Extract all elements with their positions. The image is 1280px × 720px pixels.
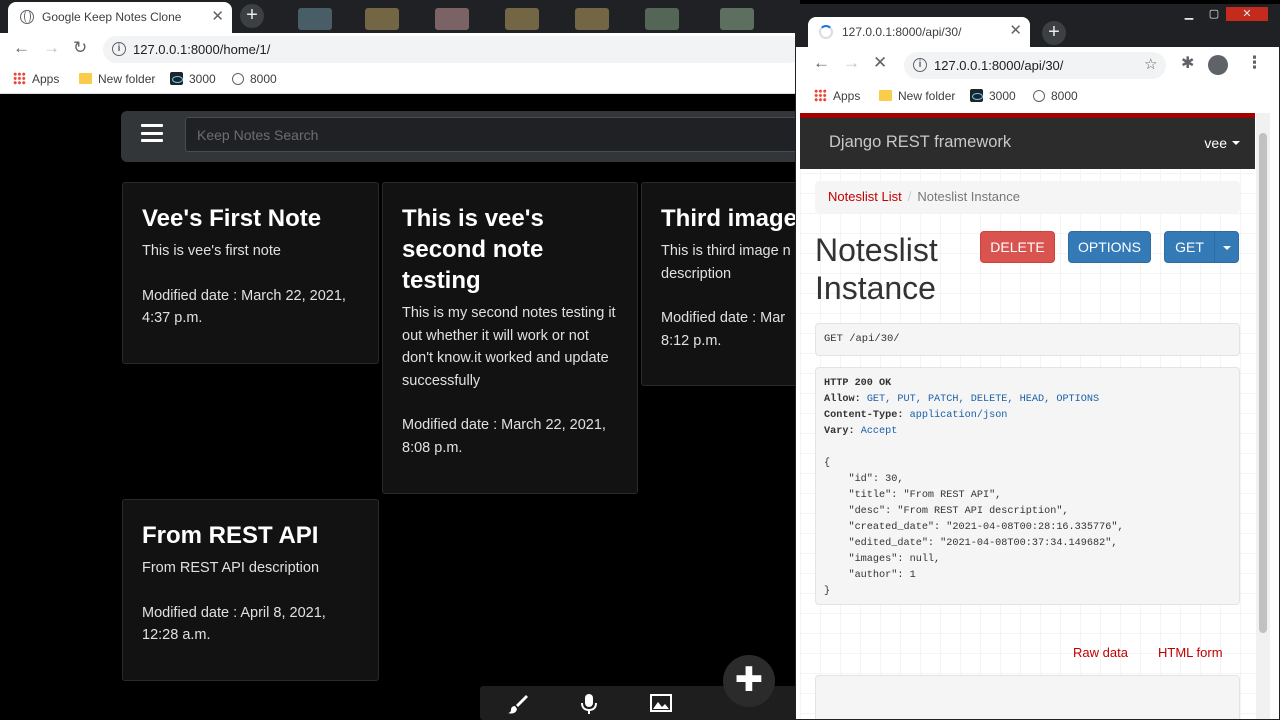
globe-icon	[20, 10, 34, 24]
back-icon[interactable]: ←	[13, 38, 30, 58]
forward-icon[interactable]: →	[843, 53, 860, 73]
new-tab-button[interactable]: +	[240, 4, 264, 28]
info-icon[interactable]: i	[112, 42, 126, 56]
bookmark-apps[interactable]: Apps	[13, 72, 59, 86]
react-icon	[970, 89, 983, 102]
keep-header	[121, 111, 825, 162]
note-card[interactable]: This is vee's second note testing This i…	[382, 182, 638, 494]
raw-data-tab[interactable]: Raw data	[1073, 645, 1128, 660]
request-line: GET /api/30/	[815, 323, 1240, 356]
drf-brand[interactable]: Django REST framework	[829, 133, 1011, 152]
maximize-icon[interactable]: ▢	[1201, 7, 1227, 21]
form-panel	[815, 675, 1240, 719]
url-text: 127.0.0.1:8000/home/1/	[133, 42, 271, 57]
note-modified: Modified date : March 22, 2021, 4:37 p.m…	[142, 287, 346, 327]
address-bar[interactable]: i 127.0.0.1:8000/api/30/	[904, 52, 1166, 79]
delete-button[interactable]: DELETE	[980, 231, 1055, 263]
bookmark-3000[interactable]: 3000	[970, 89, 1016, 103]
extensions-icon[interactable]: ✱	[1181, 53, 1194, 73]
note-title: Vee's First Note	[142, 205, 322, 232]
breadcrumb-link[interactable]: Noteslist List	[828, 189, 902, 204]
folder-icon	[879, 90, 892, 101]
loading-spinner-icon	[819, 25, 833, 39]
forward-icon[interactable]: →	[43, 38, 60, 58]
tab-title: 127.0.0.1:8000/api/30/	[842, 25, 962, 39]
tab-title: Google Keep Notes Clone	[42, 10, 182, 24]
profile-avatar-icon[interactable]	[1208, 55, 1228, 75]
bookmark-3000[interactable]: 3000	[170, 72, 216, 86]
brush-icon[interactable]	[507, 693, 529, 720]
breadcrumb-active: Noteslist Instance	[917, 189, 1020, 204]
background-thumbnails	[290, 8, 800, 30]
right-toolbar: ← → ✕ i 127.0.0.1:8000/api/30/ ☆ ✱ ⋮	[796, 47, 1279, 81]
info-icon[interactable]: i	[913, 58, 927, 72]
note-title: This is vee's second note testing	[402, 205, 544, 294]
left-tab-strip: Google Keep Notes Clone ✕ +	[0, 0, 800, 33]
folder-icon	[79, 73, 92, 84]
note-card[interactable]: Vee's First Note This is vee's first not…	[122, 182, 379, 364]
address-bar[interactable]: i 127.0.0.1:8000/home/1/	[103, 36, 803, 63]
left-browser-window: Google Keep Notes Clone ✕ + ← → ↻ i 127.…	[0, 0, 825, 720]
stop-loading-icon[interactable]: ✕	[873, 53, 887, 73]
back-icon[interactable]: ←	[813, 53, 830, 73]
new-tab-button[interactable]: +	[1042, 21, 1066, 45]
get-button[interactable]: GET	[1164, 231, 1215, 263]
globe-icon	[1033, 90, 1045, 102]
response-panel: HTTP 200 OK Allow: GET, PUT, PATCH, DELE…	[815, 367, 1240, 605]
tab-api[interactable]: 127.0.0.1:8000/api/30/ ✕	[808, 17, 1030, 47]
bookmark-apps[interactable]: Apps	[814, 89, 860, 103]
hamburger-menu-icon[interactable]	[141, 124, 163, 142]
apps-grid-icon	[814, 89, 827, 102]
note-desc: This is my second notes testing it out w…	[402, 305, 616, 389]
globe-icon	[232, 73, 244, 85]
tab-keep-clone[interactable]: Google Keep Notes Clone ✕	[8, 2, 232, 33]
drf-page: Django REST framework vee Noteslist List…	[800, 113, 1255, 719]
note-modified: Modified date : Mar 8:12 p.m.	[661, 310, 786, 349]
right-bookmarks-bar: Apps New folder 3000 8000	[796, 81, 1279, 111]
right-tab-strip: 127.0.0.1:8000/api/30/ ✕ + ▁ ▢ ✕	[796, 5, 1279, 47]
note-desc: From REST API description	[142, 560, 320, 576]
right-browser-window: 127.0.0.1:8000/api/30/ ✕ + ▁ ▢ ✕ ← → ✕ i…	[795, 4, 1280, 720]
note-modified: Modified date : March 22, 2021, 8:08 p.m…	[402, 417, 606, 456]
bookmark-new-folder[interactable]: New folder	[879, 89, 955, 103]
note-desc: This is third image n description	[661, 243, 791, 282]
html-form-tab[interactable]: HTML form	[1158, 645, 1223, 660]
bookmark-8000[interactable]: 8000	[232, 72, 277, 86]
more-menu-icon[interactable]: ⋮	[1246, 53, 1263, 73]
close-icon[interactable]: ✕	[1009, 21, 1022, 39]
reload-icon[interactable]: ↻	[73, 38, 87, 58]
bookmark-new-folder[interactable]: New folder	[79, 72, 155, 86]
get-format-dropdown[interactable]	[1214, 231, 1239, 263]
apps-grid-icon	[13, 72, 26, 85]
page-title: Noteslist Instance	[815, 232, 938, 306]
star-icon[interactable]: ☆	[1144, 55, 1157, 73]
note-title: Third image	[661, 205, 798, 232]
caret-down-icon	[1222, 246, 1231, 250]
left-toolbar: ← → ↻ i 127.0.0.1:8000/home/1/	[0, 33, 803, 65]
window-close-icon[interactable]: ✕	[1226, 7, 1268, 21]
note-card[interactable]: Third image This is third image n descri…	[641, 182, 800, 386]
image-icon[interactable]	[650, 693, 672, 718]
note-card[interactable]: From REST API From REST API description …	[122, 499, 379, 681]
drf-navbar: Django REST framework vee	[800, 113, 1255, 169]
search-input[interactable]	[185, 117, 825, 152]
add-note-button[interactable]: ✚	[723, 655, 775, 707]
minimize-icon[interactable]: ▁	[1176, 7, 1202, 21]
note-desc: This is vee's first note	[142, 243, 281, 259]
close-icon[interactable]: ✕	[211, 7, 224, 25]
breadcrumb: Noteslist List / Noteslist Instance	[815, 181, 1240, 213]
response-json: { "id": 30, "title": "From REST API", "d…	[824, 458, 1124, 597]
scrollbar[interactable]	[1256, 113, 1270, 719]
options-button[interactable]: OPTIONS	[1068, 231, 1151, 263]
left-bookmarks-bar: Apps New folder 3000 8000	[0, 65, 800, 94]
note-modified: Modified date : April 8, 2021, 12:28 a.m…	[142, 604, 326, 644]
react-icon	[170, 72, 183, 85]
breadcrumb-separator: /	[907, 189, 912, 204]
bookmark-8000[interactable]: 8000	[1033, 89, 1078, 103]
scrollbar-thumb[interactable]	[1259, 133, 1267, 633]
microphone-icon[interactable]	[581, 693, 597, 720]
note-title: From REST API	[142, 522, 319, 549]
url-text: 127.0.0.1:8000/api/30/	[934, 58, 1064, 73]
user-menu[interactable]: vee	[1204, 135, 1240, 151]
